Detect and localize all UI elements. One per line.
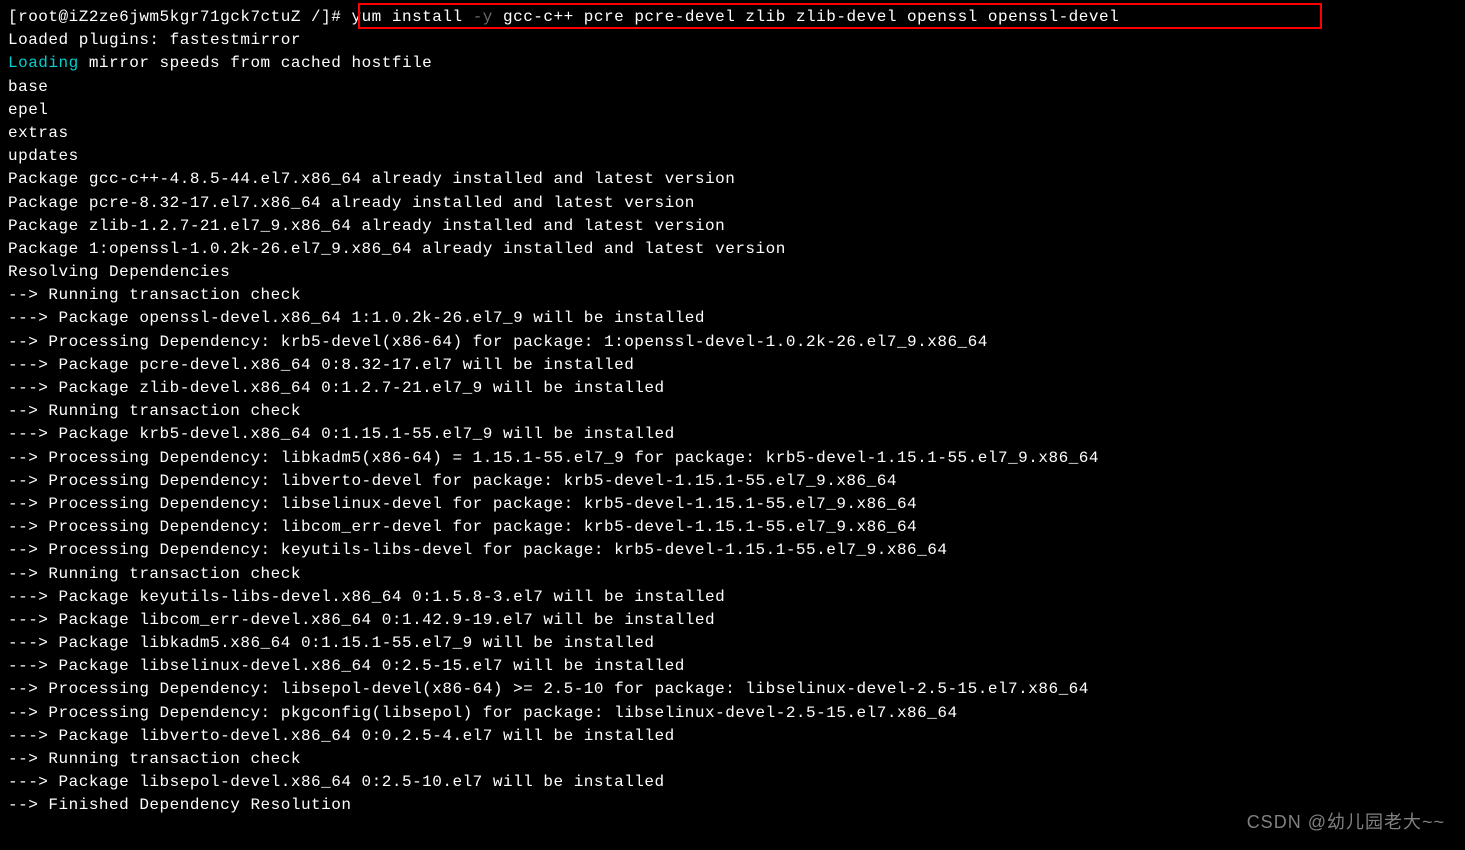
output-line: ---> Package keyutils-libs-devel.x86_64 …	[8, 586, 1457, 609]
output-line: --> Processing Dependency: krb5-devel(x8…	[8, 331, 1457, 354]
command-start: yum install	[351, 8, 472, 26]
output-line: epel	[8, 99, 1457, 122]
output-line: Loading mirror speeds from cached hostfi…	[8, 52, 1457, 75]
output-line: --> Running transaction check	[8, 563, 1457, 586]
loading-rest: mirror speeds from cached hostfile	[79, 54, 433, 72]
output-line: ---> Package zlib-devel.x86_64 0:1.2.7-2…	[8, 377, 1457, 400]
output-line: Package zlib-1.2.7-21.el7_9.x86_64 alrea…	[8, 215, 1457, 238]
command-flag: -y	[473, 8, 493, 26]
command-rest: gcc-c++ pcre pcre-devel zlib zlib-devel …	[493, 8, 1119, 26]
output-line: --> Processing Dependency: libselinux-de…	[8, 493, 1457, 516]
loading-text: Loading	[8, 54, 79, 72]
output-line: --> Finished Dependency Resolution	[8, 794, 1457, 817]
watermark-text: CSDN @幼儿园老大~~	[1247, 809, 1445, 835]
output-line: ---> Package libcom_err-devel.x86_64 0:1…	[8, 609, 1457, 632]
output-line: updates	[8, 145, 1457, 168]
output-line: base	[8, 76, 1457, 99]
output-line: --> Processing Dependency: libverto-deve…	[8, 470, 1457, 493]
output-line: ---> Package libsepol-devel.x86_64 0:2.5…	[8, 771, 1457, 794]
output-line: Resolving Dependencies	[8, 261, 1457, 284]
output-line: ---> Package libselinux-devel.x86_64 0:2…	[8, 655, 1457, 678]
output-line: ---> Package pcre-devel.x86_64 0:8.32-17…	[8, 354, 1457, 377]
output-line: --> Processing Dependency: libcom_err-de…	[8, 516, 1457, 539]
output-line: extras	[8, 122, 1457, 145]
output-line: ---> Package libverto-devel.x86_64 0:0.2…	[8, 725, 1457, 748]
output-line: --> Processing Dependency: keyutils-libs…	[8, 539, 1457, 562]
prompt-line[interactable]: [root@iZ2ze6jwm5kgr71gck7ctuZ /]# yum in…	[8, 6, 1457, 29]
output-line: ---> Package openssl-devel.x86_64 1:1.0.…	[8, 307, 1457, 330]
output-line: --> Running transaction check	[8, 284, 1457, 307]
output-line: --> Processing Dependency: pkgconfig(lib…	[8, 702, 1457, 725]
output-line: --> Running transaction check	[8, 748, 1457, 771]
output-line: --> Running transaction check	[8, 400, 1457, 423]
prompt-path: /	[311, 8, 321, 26]
prompt-suffix: ]#	[321, 8, 351, 26]
output-line: ---> Package krb5-devel.x86_64 0:1.15.1-…	[8, 423, 1457, 446]
output-line: Package 1:openssl-1.0.2k-26.el7_9.x86_64…	[8, 238, 1457, 261]
output-line: --> Processing Dependency: libsepol-deve…	[8, 678, 1457, 701]
output-line: Package gcc-c++-4.8.5-44.el7.x86_64 alre…	[8, 168, 1457, 191]
output-line: ---> Package libkadm5.x86_64 0:1.15.1-55…	[8, 632, 1457, 655]
output-line: Package pcre-8.32-17.el7.x86_64 already …	[8, 192, 1457, 215]
output-line: Loaded plugins: fastestmirror	[8, 29, 1457, 52]
output-line: --> Processing Dependency: libkadm5(x86-…	[8, 447, 1457, 470]
prompt-user-host: [root@iZ2ze6jwm5kgr71gck7ctuZ	[8, 8, 311, 26]
